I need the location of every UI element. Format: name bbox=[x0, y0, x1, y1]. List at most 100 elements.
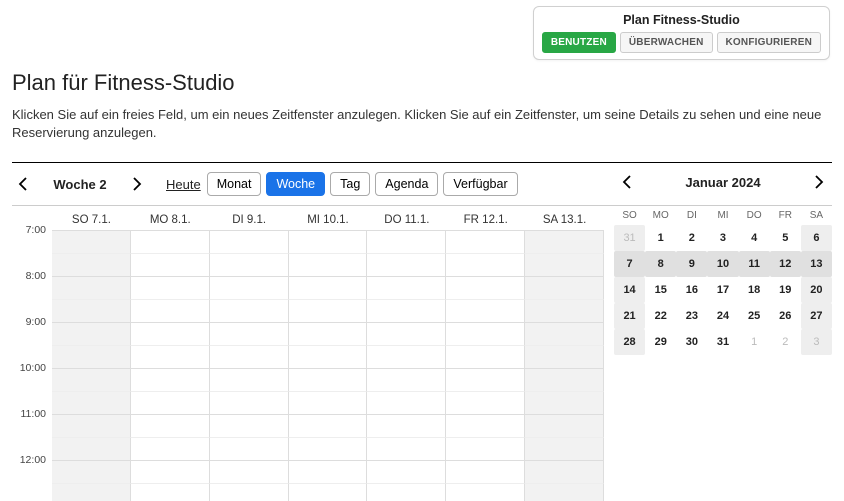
calendar-slot[interactable] bbox=[52, 391, 131, 414]
use-button[interactable]: BENUTZEN bbox=[542, 32, 616, 53]
calendar-slot[interactable] bbox=[367, 391, 446, 414]
mini-calendar-day[interactable]: 2 bbox=[770, 329, 801, 355]
calendar-slot[interactable] bbox=[210, 230, 289, 253]
view-available-button[interactable]: Verfügbar bbox=[443, 172, 517, 196]
calendar-slot[interactable] bbox=[525, 437, 604, 460]
calendar-slot[interactable] bbox=[52, 483, 131, 501]
mini-calendar-day[interactable]: 15 bbox=[645, 277, 676, 303]
calendar-slot[interactable] bbox=[52, 437, 131, 460]
calendar-slot[interactable] bbox=[210, 253, 289, 276]
calendar-slot[interactable] bbox=[367, 299, 446, 322]
calendar-slot[interactable] bbox=[446, 345, 525, 368]
mini-calendar-day[interactable]: 21 bbox=[614, 303, 645, 329]
calendar-slot[interactable] bbox=[525, 345, 604, 368]
calendar-slot[interactable] bbox=[289, 483, 368, 501]
calendar-slot[interactable] bbox=[525, 368, 604, 391]
calendar-slot[interactable] bbox=[367, 253, 446, 276]
calendar-slot[interactable] bbox=[289, 437, 368, 460]
calendar-slot[interactable] bbox=[131, 230, 210, 253]
today-link[interactable]: Heute bbox=[166, 177, 201, 192]
calendar-slot[interactable] bbox=[525, 322, 604, 345]
monitor-button[interactable]: ÜBERWACHEN bbox=[620, 32, 713, 53]
calendar-slot[interactable] bbox=[210, 368, 289, 391]
calendar-slot[interactable] bbox=[289, 391, 368, 414]
view-month-button[interactable]: Monat bbox=[207, 172, 262, 196]
calendar-slot[interactable] bbox=[525, 299, 604, 322]
mini-calendar-day[interactable]: 31 bbox=[707, 329, 738, 355]
mini-calendar-day[interactable]: 11 bbox=[739, 251, 770, 277]
calendar-slot[interactable] bbox=[367, 368, 446, 391]
calendar-slot[interactable] bbox=[525, 414, 604, 437]
calendar-slot[interactable] bbox=[131, 437, 210, 460]
mini-calendar-day[interactable]: 29 bbox=[645, 329, 676, 355]
mini-calendar-day[interactable]: 26 bbox=[770, 303, 801, 329]
calendar-slot[interactable] bbox=[446, 437, 525, 460]
mini-calendar-day[interactable]: 19 bbox=[770, 277, 801, 303]
calendar-slot[interactable] bbox=[289, 345, 368, 368]
mini-calendar-day[interactable]: 16 bbox=[676, 277, 707, 303]
mini-calendar-day[interactable]: 1 bbox=[645, 225, 676, 251]
mini-calendar-day[interactable]: 9 bbox=[676, 251, 707, 277]
mini-calendar-day[interactable]: 7 bbox=[614, 251, 645, 277]
calendar-slot[interactable] bbox=[367, 322, 446, 345]
calendar-slot[interactable] bbox=[131, 460, 210, 483]
next-month-button[interactable] bbox=[810, 171, 828, 193]
calendar-slot[interactable] bbox=[210, 276, 289, 299]
calendar-slot[interactable] bbox=[289, 276, 368, 299]
mini-calendar-day[interactable]: 27 bbox=[801, 303, 832, 329]
calendar-slot[interactable] bbox=[525, 276, 604, 299]
view-day-button[interactable]: Tag bbox=[330, 172, 370, 196]
calendar-slot[interactable] bbox=[367, 414, 446, 437]
calendar-slot[interactable] bbox=[210, 391, 289, 414]
calendar-slot[interactable] bbox=[289, 460, 368, 483]
mini-calendar-day[interactable]: 20 bbox=[801, 277, 832, 303]
calendar-slot[interactable] bbox=[131, 391, 210, 414]
mini-calendar-day[interactable]: 4 bbox=[739, 225, 770, 251]
mini-calendar-day[interactable]: 22 bbox=[645, 303, 676, 329]
mini-calendar-day[interactable]: 13 bbox=[801, 251, 832, 277]
prev-week-button[interactable] bbox=[12, 173, 34, 195]
calendar-slot[interactable] bbox=[52, 460, 131, 483]
calendar-slot[interactable] bbox=[525, 253, 604, 276]
calendar-slot[interactable] bbox=[210, 414, 289, 437]
mini-calendar-day[interactable]: 6 bbox=[801, 225, 832, 251]
mini-calendar-day[interactable]: 12 bbox=[770, 251, 801, 277]
calendar-slot[interactable] bbox=[210, 322, 289, 345]
next-week-button[interactable] bbox=[126, 173, 148, 195]
mini-calendar-day[interactable]: 24 bbox=[707, 303, 738, 329]
calendar-slot[interactable] bbox=[52, 345, 131, 368]
calendar-slot[interactable] bbox=[289, 230, 368, 253]
mini-calendar-day[interactable]: 2 bbox=[676, 225, 707, 251]
calendar-slot[interactable] bbox=[525, 483, 604, 501]
mini-calendar-day[interactable]: 17 bbox=[707, 277, 738, 303]
calendar-slot[interactable] bbox=[131, 345, 210, 368]
calendar-slot[interactable] bbox=[131, 253, 210, 276]
configure-button[interactable]: KONFIGURIEREN bbox=[717, 32, 822, 53]
calendar-slot[interactable] bbox=[289, 322, 368, 345]
mini-calendar-day[interactable]: 31 bbox=[614, 225, 645, 251]
mini-calendar-day[interactable]: 14 bbox=[614, 277, 645, 303]
calendar-slot[interactable] bbox=[446, 483, 525, 501]
prev-month-button[interactable] bbox=[618, 171, 636, 193]
mini-calendar-day[interactable]: 18 bbox=[739, 277, 770, 303]
calendar-slot[interactable] bbox=[210, 483, 289, 501]
mini-calendar-day[interactable]: 3 bbox=[801, 329, 832, 355]
mini-calendar-day[interactable]: 8 bbox=[645, 251, 676, 277]
calendar-slot[interactable] bbox=[367, 437, 446, 460]
calendar-slot[interactable] bbox=[446, 322, 525, 345]
mini-calendar-day[interactable]: 5 bbox=[770, 225, 801, 251]
calendar-slot[interactable] bbox=[525, 230, 604, 253]
calendar-slot[interactable] bbox=[289, 253, 368, 276]
calendar-slot[interactable] bbox=[52, 276, 131, 299]
calendar-slot[interactable] bbox=[210, 299, 289, 322]
calendar-slot[interactable] bbox=[131, 414, 210, 437]
calendar-slot[interactable] bbox=[52, 299, 131, 322]
calendar-slot[interactable] bbox=[210, 437, 289, 460]
mini-calendar-day[interactable]: 28 bbox=[614, 329, 645, 355]
mini-calendar-day[interactable]: 23 bbox=[676, 303, 707, 329]
calendar-slot[interactable] bbox=[210, 460, 289, 483]
calendar-slot[interactable] bbox=[446, 230, 525, 253]
mini-calendar-day[interactable]: 25 bbox=[739, 303, 770, 329]
calendar-slot[interactable] bbox=[52, 414, 131, 437]
view-agenda-button[interactable]: Agenda bbox=[375, 172, 438, 196]
